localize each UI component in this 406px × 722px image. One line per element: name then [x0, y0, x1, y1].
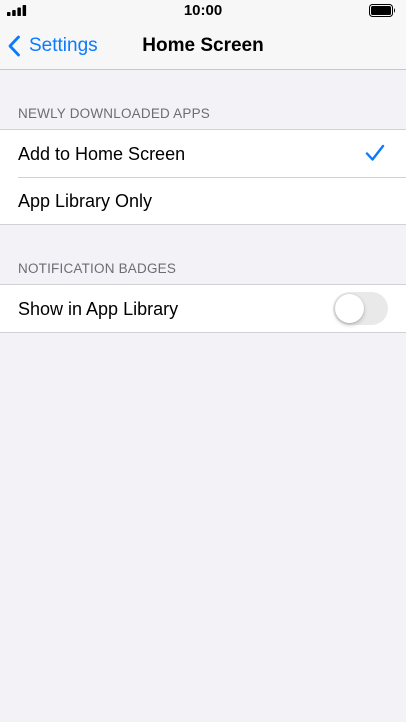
newly-downloaded-group: Add to Home Screen App Library Only	[0, 129, 406, 225]
toggle-knob	[335, 294, 364, 323]
option-label: Add to Home Screen	[18, 143, 186, 164]
notification-badges-group: Show in App Library	[0, 284, 406, 333]
battery-full-icon	[369, 4, 395, 17]
section-header-newly-downloaded: NEWLY DOWNLOADED APPS	[18, 106, 210, 121]
navigation-bar: Settings Home Screen	[0, 22, 406, 70]
checkmark-icon	[365, 144, 385, 161]
option-app-library-only[interactable]: App Library Only	[0, 177, 406, 224]
section-header-notification-badges: NOTIFICATION BADGES	[18, 261, 177, 276]
status-time: 10:00	[183, 2, 223, 19]
back-button-label: Settings	[29, 34, 98, 56]
row-show-in-app-library: Show in App Library	[0, 285, 406, 332]
back-button[interactable]: Settings	[7, 22, 98, 69]
option-add-to-home-screen[interactable]: Add to Home Screen	[0, 130, 406, 177]
show-in-app-library-toggle[interactable]	[333, 292, 388, 325]
status-bar: 10:00	[0, 0, 406, 22]
chevron-left-icon	[8, 35, 20, 56]
option-label: App Library Only	[18, 190, 153, 211]
toggle-label: Show in App Library	[18, 298, 179, 319]
